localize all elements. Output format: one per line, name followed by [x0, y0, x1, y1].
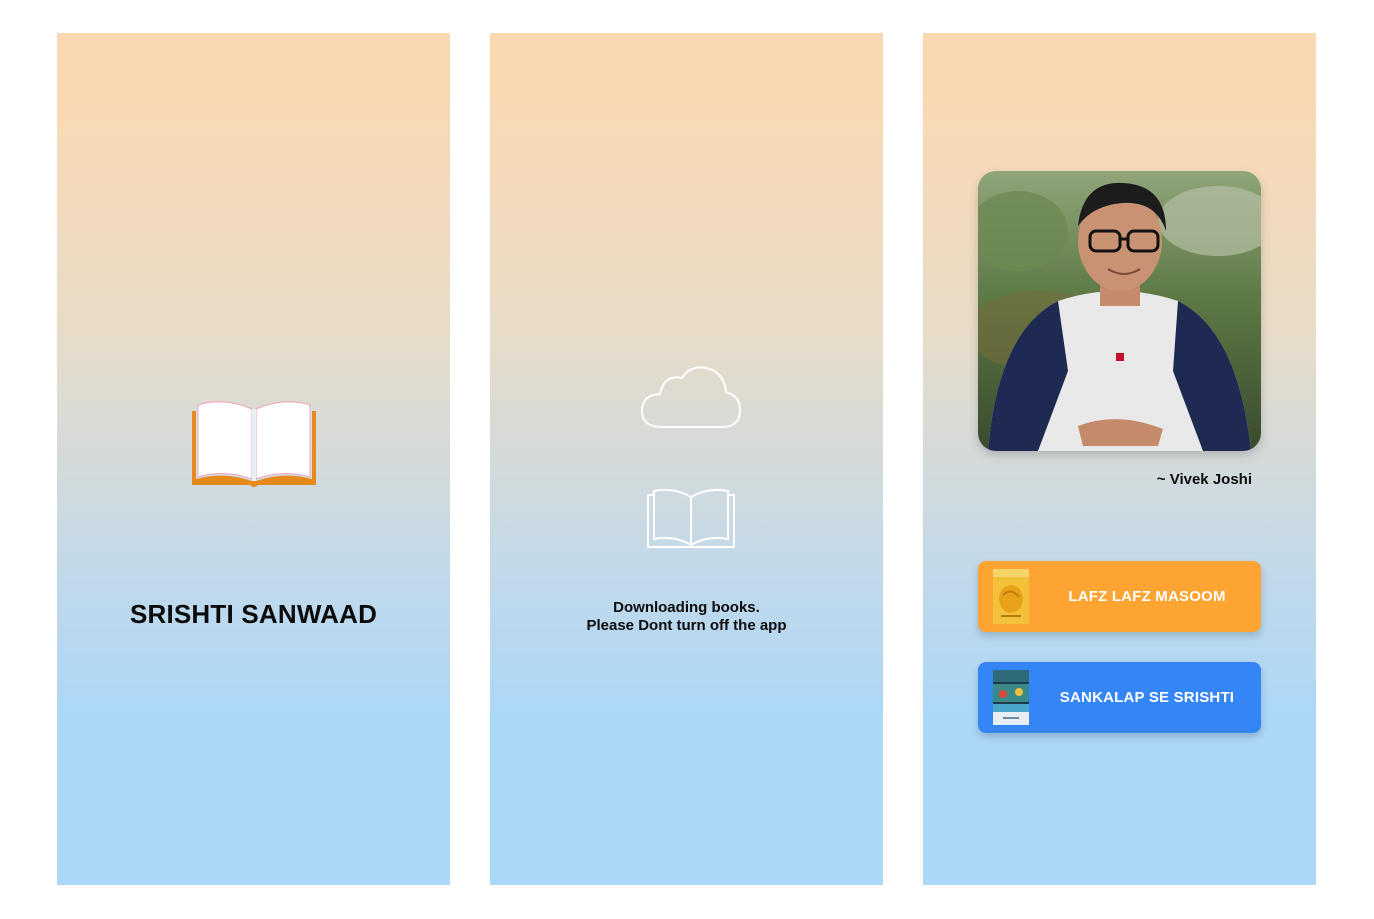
splash-screen: SRISHTI SANWAAD [57, 33, 450, 885]
author-screen: ~ Vivek Joshi LAFZ LAFZ MASOOM SANKALAP … [923, 33, 1316, 885]
book-button-sankalap-se-srishti[interactable]: SANKALAP SE SRISHTI [978, 662, 1261, 733]
downloading-screen: Downloading books. Please Dont turn off … [490, 33, 883, 885]
book-button-lafz-lafz-masoom[interactable]: LAFZ LAFZ MASOOM [978, 561, 1261, 632]
book-button-label: LAFZ LAFZ MASOOM [1068, 588, 1226, 605]
book-cover-thumbnail [993, 569, 1029, 624]
book-button-label: SANKALAP SE SRISHTI [1059, 689, 1235, 706]
cloud-icon [640, 366, 742, 428]
author-name: ~ Vivek Joshi [1156, 471, 1252, 488]
download-message: Downloading books. Please Dont turn off … [490, 599, 883, 635]
open-book-outline-icon [647, 488, 735, 548]
app-title: SRISHTI SANWAAD [129, 599, 378, 629]
download-message-line-1: Downloading books. [613, 599, 760, 616]
download-message-line-2: Please Dont turn off the app [586, 617, 787, 634]
book-cover-thumbnail [993, 670, 1029, 725]
open-book-icon [192, 401, 316, 487]
author-photo [978, 171, 1261, 451]
